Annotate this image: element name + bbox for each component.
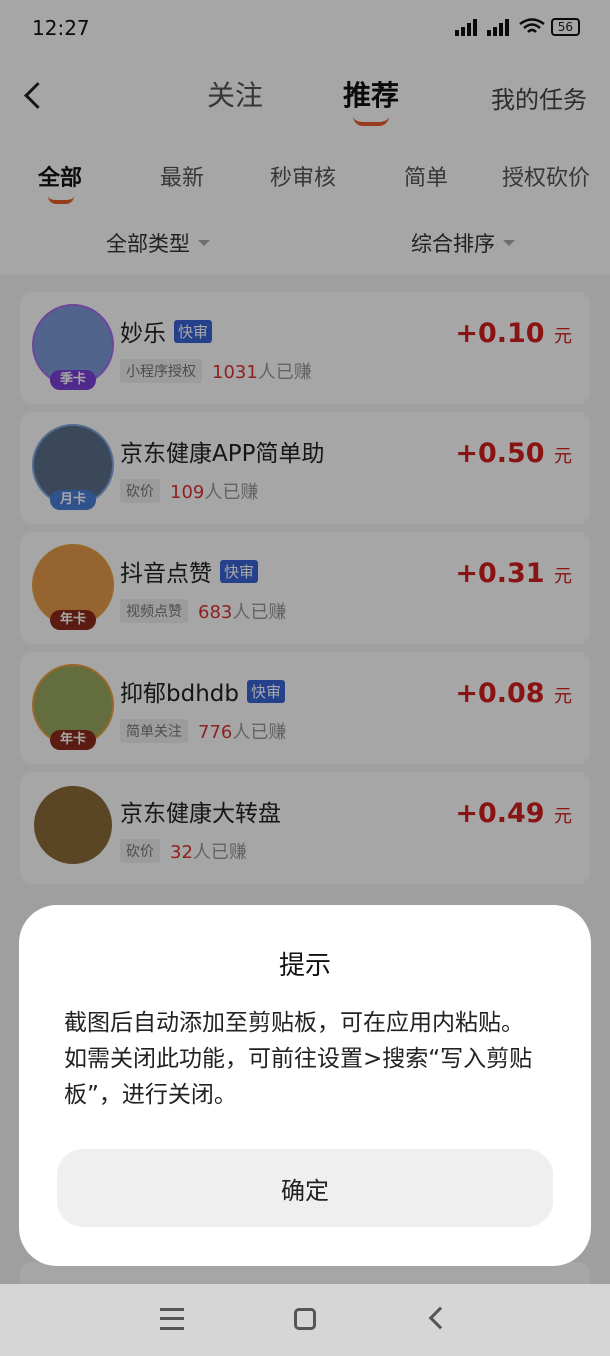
system-nav-bar <box>0 1284 610 1356</box>
dialog-title: 提示 <box>278 951 331 981</box>
nav-back-icon[interactable] <box>428 1306 452 1330</box>
confirm-button[interactable]: 确定 <box>57 1149 553 1227</box>
dialog-body: 截图后自动添加至剪贴板，可在应用内粘贴。如需关闭此功能，可前往设置>搜索“写入剪… <box>64 1010 533 1108</box>
hint-dialog: 提示 截图后自动添加至剪贴板，可在应用内粘贴。如需关闭此功能，可前往设置>搜索“… <box>19 905 591 1266</box>
home-icon[interactable] <box>294 1308 316 1330</box>
menu-icon[interactable] <box>160 1308 184 1330</box>
